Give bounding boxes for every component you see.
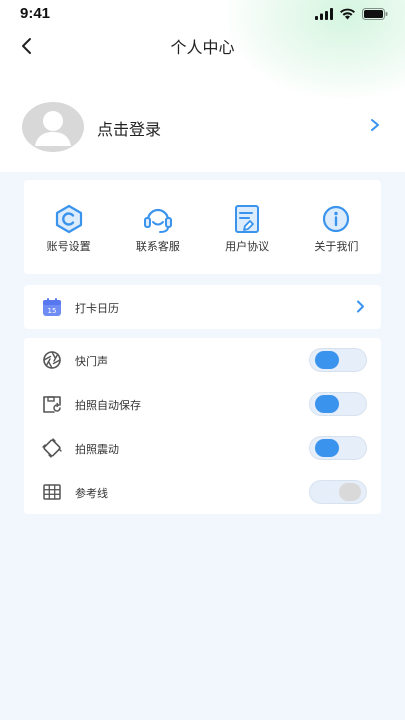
menu-item-account-settings[interactable]: 账号设置 xyxy=(24,180,113,274)
menu-label-user-agreement: 用户协议 xyxy=(225,240,270,253)
status-icons xyxy=(315,8,388,20)
customer-service-icon xyxy=(143,208,172,233)
menu-item-about-us[interactable]: 关于我们 xyxy=(292,180,381,274)
chevron-right-icon xyxy=(357,300,364,313)
shutter-aperture-icon xyxy=(43,351,61,369)
auto-save-toggle[interactable] xyxy=(309,392,367,416)
setting-row-auto-save: 拍照自动保存 xyxy=(24,382,381,426)
vibration-icon xyxy=(42,438,62,458)
battery-icon xyxy=(362,8,388,20)
wifi-icon xyxy=(340,8,355,20)
setting-label-vibration: 拍照震动 xyxy=(75,443,119,456)
quick-menu-card: 账号设置 联系客服 用户协议 关于我们 xyxy=(24,180,381,274)
login-prompt-text[interactable]: 点击登录 xyxy=(97,116,161,140)
toggle-knob xyxy=(315,395,339,413)
default-avatar-icon xyxy=(22,102,84,152)
settings-card: 快门声 拍照自动保存 拍照震动 参考线 xyxy=(24,338,381,514)
setting-label-shutter-sound: 快门声 xyxy=(75,355,108,368)
vibration-toggle[interactable] xyxy=(309,436,367,460)
toggle-knob xyxy=(315,351,339,369)
shutter-sound-toggle[interactable] xyxy=(309,348,367,372)
avatar[interactable] xyxy=(22,102,84,152)
profile-header-area: 9:41 个人中心 点击登录 xyxy=(0,0,405,172)
auto-save-icon xyxy=(43,396,61,413)
checkin-calendar-row[interactable]: 15 打卡日历 xyxy=(24,285,381,329)
nav-bar: 个人中心 xyxy=(0,28,405,64)
account-settings-icon xyxy=(55,204,82,234)
menu-item-customer-service[interactable]: 联系客服 xyxy=(113,180,202,274)
toggle-knob xyxy=(339,483,361,501)
about-us-icon xyxy=(323,205,350,233)
status-bar: 9:41 xyxy=(0,0,405,28)
setting-row-grid-lines: 参考线 xyxy=(24,470,381,514)
calendar-icon: 15 xyxy=(43,298,61,316)
setting-label-grid-lines: 参考线 xyxy=(75,487,108,500)
setting-row-vibration: 拍照震动 xyxy=(24,426,381,470)
chevron-right-icon[interactable] xyxy=(369,118,381,132)
toggle-knob xyxy=(315,439,339,457)
login-row[interactable]: 点击登录 xyxy=(0,96,405,158)
menu-label-customer-service: 联系客服 xyxy=(135,240,180,253)
menu-label-account-settings: 账号设置 xyxy=(46,240,91,253)
menu-label-about-us: 关于我们 xyxy=(314,240,359,253)
page-title: 个人中心 xyxy=(170,38,235,57)
signal-icon xyxy=(315,8,333,20)
setting-label-auto-save: 拍照自动保存 xyxy=(75,399,141,412)
status-time: 9:41 xyxy=(20,5,51,22)
setting-row-shutter-sound: 快门声 xyxy=(24,338,381,382)
grid-lines-icon xyxy=(43,484,61,500)
menu-item-user-agreement[interactable]: 用户协议 xyxy=(203,180,292,274)
calendar-icon-day: 15 xyxy=(48,307,57,315)
checkin-calendar-label: 打卡日历 xyxy=(75,302,119,315)
user-agreement-icon xyxy=(235,205,260,233)
grid-lines-toggle[interactable] xyxy=(309,480,367,504)
